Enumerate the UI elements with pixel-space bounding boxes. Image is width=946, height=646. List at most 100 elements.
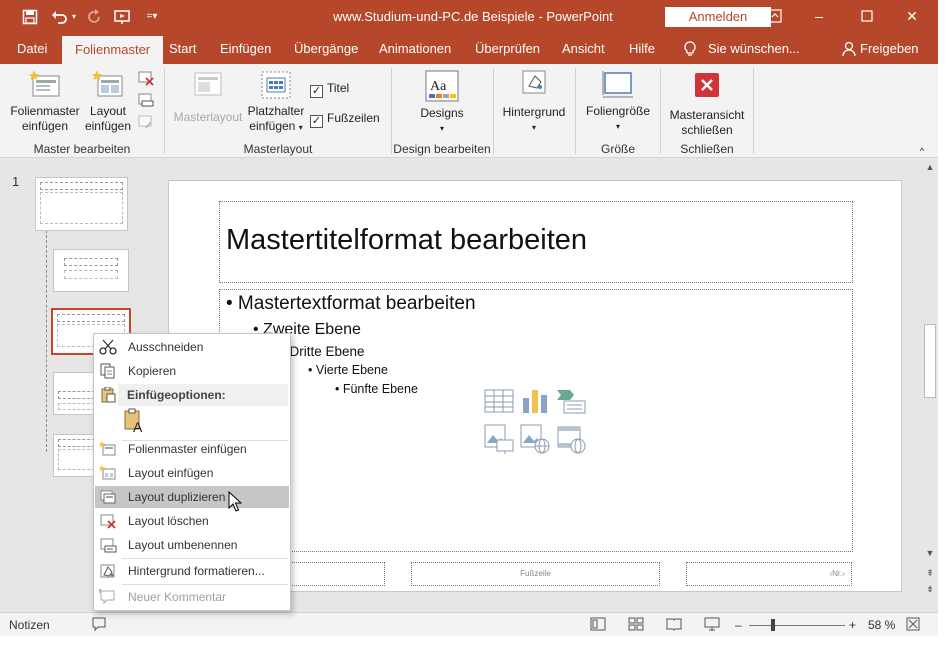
menu-item-copy[interactable]: Kopieren <box>95 360 289 382</box>
customize-quick-access-icon[interactable]: =▾ <box>141 7 163 27</box>
copy-icon <box>100 363 115 379</box>
background-button[interactable]: Hintergrund ▾ <box>498 68 570 140</box>
zoom-out-icon[interactable]: – <box>735 617 742 633</box>
redo-icon <box>84 7 106 27</box>
undo-dropdown-icon[interactable]: ▾ <box>68 7 80 27</box>
insert-layout-icon <box>92 70 123 97</box>
rename-slide-icon[interactable] <box>137 92 155 110</box>
previous-slide-icon[interactable]: ⇞ <box>922 566 938 580</box>
zoom-slider-track[interactable] <box>749 625 845 626</box>
person-icon[interactable] <box>842 34 856 64</box>
paste-text-only-icon: A <box>124 408 143 435</box>
zoom-level[interactable]: 58 % <box>868 617 895 633</box>
designs-button[interactable]: Aa Designs ▾ <box>412 70 472 140</box>
zoom-in-icon[interactable]: + <box>849 617 856 633</box>
normal-view-icon[interactable] <box>590 617 606 633</box>
tab-animations[interactable]: Animationen <box>379 34 451 64</box>
chevron-down-icon: ▾ <box>298 123 303 132</box>
close-master-view-button[interactable]: Masteransicht schließen <box>666 72 748 142</box>
checkbox-checked-icon: ✓ <box>310 85 323 98</box>
menu-item-delete-layout[interactable]: Layout löschen <box>95 510 289 532</box>
footer-checkbox[interactable]: ✓ Fußzeilen <box>310 110 380 128</box>
reading-view-icon[interactable] <box>666 617 682 633</box>
menu-item-insert-master[interactable]: Folienmaster einfügen <box>95 438 289 460</box>
delete-slide-icon[interactable] <box>137 70 155 88</box>
save-icon[interactable] <box>19 7 41 27</box>
menu-item-cut[interactable]: Ausschneiden <box>95 336 289 358</box>
paste-keep-text-only-button[interactable]: A <box>122 408 150 436</box>
minimize-icon[interactable]: – <box>807 5 831 27</box>
delete-layout-icon <box>100 514 116 529</box>
insert-placeholder-icon <box>261 71 291 99</box>
thumbnail-layout-1[interactable] <box>53 249 129 292</box>
sign-in-button[interactable]: Anmelden <box>665 7 771 27</box>
tab-file[interactable]: Datei <box>17 34 47 64</box>
ribbon: Folienmaster einfügen Layout einfügen Ma… <box>0 64 946 158</box>
tab-review[interactable]: Überprüfen <box>475 34 540 64</box>
slideshow-icon[interactable] <box>704 617 720 633</box>
title-placeholder[interactable]: Mastertitelformat bearbeiten <box>219 201 853 283</box>
group-label-master-layout: Masterlayout <box>243 142 313 156</box>
share-button[interactable]: Freigeben <box>860 34 919 64</box>
notes-button[interactable]: Notizen <box>9 617 50 633</box>
svg-text:Aa: Aa <box>430 79 447 94</box>
menu-item-duplicate-layout[interactable]: Layout duplizieren <box>95 486 289 508</box>
thumbnail-master[interactable] <box>35 177 128 231</box>
menu-item-insert-layout[interactable]: Layout einfügen <box>95 462 289 484</box>
tab-insert[interactable]: Einfügen <box>220 34 271 64</box>
slide-size-button[interactable]: Foliengröße ▾ <box>583 70 653 140</box>
scroll-down-icon[interactable]: ▼ <box>922 546 938 560</box>
tab-help[interactable]: Hilfe <box>629 34 655 64</box>
tab-transitions[interactable]: Übergänge <box>294 34 358 64</box>
lightbulb-icon[interactable] <box>683 34 697 64</box>
tab-slide-master[interactable]: Folienmaster <box>62 36 164 66</box>
fit-to-window-icon[interactable] <box>906 617 920 633</box>
zoom-slider-knob[interactable] <box>771 619 775 631</box>
menu-item-rename-layout[interactable]: Layout umbenennen <box>95 534 289 556</box>
comments-icon[interactable] <box>92 617 106 633</box>
svg-text:A: A <box>133 419 143 434</box>
group-label-close: Schließen <box>680 142 734 156</box>
tab-view[interactable]: Ansicht <box>562 34 605 64</box>
tell-me-search[interactable]: Sie wünschen... <box>708 34 800 64</box>
smartart-icon[interactable] <box>556 388 586 414</box>
text-level-1: • Mastertextformat bearbeiten <box>226 293 476 314</box>
footer-placeholder[interactable]: Fußzeile <box>411 562 660 586</box>
table-icon[interactable] <box>484 388 514 414</box>
insert-slide-master-button[interactable]: Folienmaster einfügen <box>8 70 82 140</box>
designs-icon: Aa <box>425 70 459 102</box>
context-menu: Ausschneiden Kopieren Einfügeoptionen: A… <box>93 333 291 611</box>
title-checkbox[interactable]: ✓ Titel <box>310 80 349 98</box>
menu-item-format-background[interactable]: Hintergrund formatieren... <box>95 560 289 582</box>
chevron-down-icon: ▾ <box>531 123 536 132</box>
insert-layout-button[interactable]: Layout einfügen <box>83 70 133 140</box>
slide-number-placeholder[interactable]: ‹Nr.› <box>686 562 852 586</box>
maximize-icon[interactable] <box>855 5 879 27</box>
ribbon-tabs: Datei Folienmaster Start Einfügen Übergä… <box>0 34 946 66</box>
present-from-start-icon[interactable] <box>112 7 134 27</box>
collapse-ribbon-icon[interactable]: ^ <box>916 144 928 156</box>
picture-icon[interactable] <box>484 424 514 454</box>
master-layout-button: Masterlayout <box>171 70 245 140</box>
preserve-slide-icon <box>137 114 155 132</box>
insert-placeholder-button[interactable]: Platzhalter einfügen ▾ <box>245 70 307 142</box>
scroll-up-icon[interactable]: ▲ <box>922 160 938 174</box>
group-label-edit-design: Design bearbeiten <box>393 142 491 156</box>
insert-layout-icon <box>99 465 116 480</box>
slide-sorter-icon[interactable] <box>628 617 644 633</box>
next-slide-icon[interactable]: ⇟ <box>922 582 938 596</box>
video-icon[interactable] <box>556 424 586 454</box>
format-background-icon <box>100 564 115 578</box>
vertical-scrollbar[interactable]: ▲ ▼ ⇞ ⇟ <box>922 158 938 612</box>
close-window-icon[interactable]: ✕ <box>900 5 924 27</box>
ribbon-display-options-icon[interactable] <box>763 5 787 27</box>
tab-home[interactable]: Start <box>169 34 196 64</box>
scrollbar-thumb[interactable] <box>924 324 936 398</box>
new-comment-icon <box>99 589 115 605</box>
paste-options-header: Einfügeoptionen: <box>118 384 288 406</box>
chevron-down-icon: ▾ <box>439 124 444 133</box>
group-label-edit-master: Master bearbeiten <box>33 142 131 156</box>
online-picture-icon[interactable] <box>520 424 550 454</box>
chart-icon[interactable] <box>520 388 550 414</box>
close-master-icon <box>695 73 719 97</box>
